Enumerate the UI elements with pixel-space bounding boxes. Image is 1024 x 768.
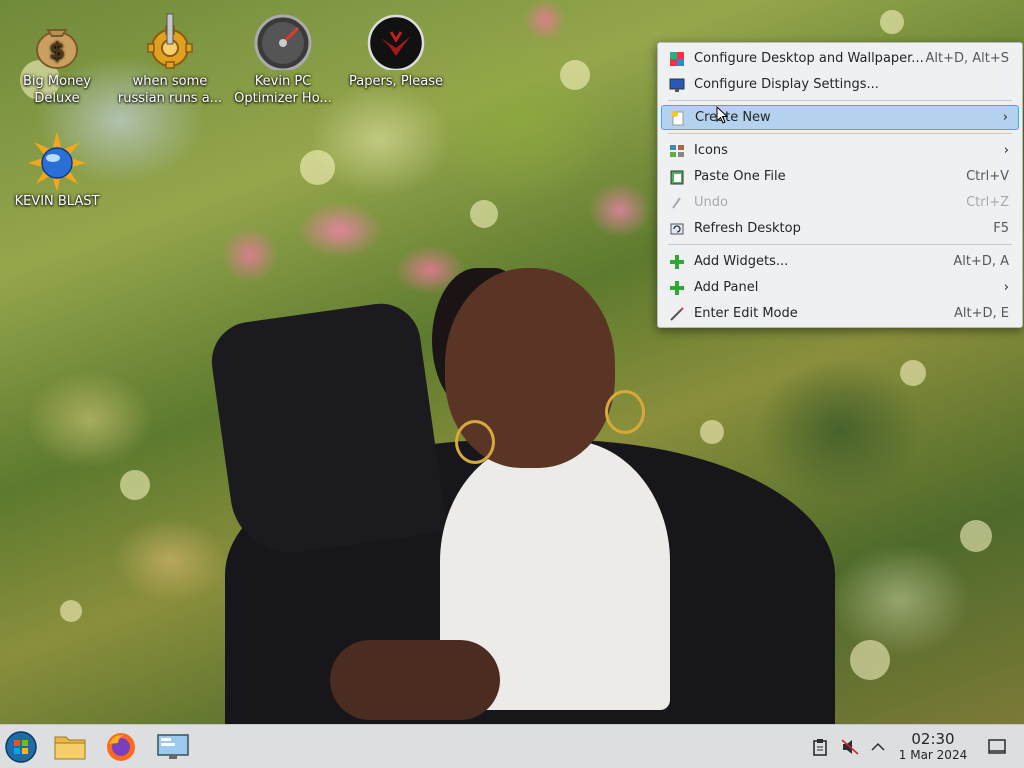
desktop-icon-label: Kevin PC Optimizer Ho... xyxy=(234,74,332,106)
pencil-icon xyxy=(669,306,685,322)
system-settings-button[interactable] xyxy=(156,730,190,764)
clock-date: 1 Mar 2024 xyxy=(898,748,968,762)
menu-item-create-new[interactable]: Create New › xyxy=(661,105,1019,130)
new-file-icon xyxy=(670,110,686,126)
menu-item-configure-desktop[interactable]: Configure Desktop and Wallpaper... Alt+D… xyxy=(661,46,1019,71)
menu-item-icons[interactable]: Icons › xyxy=(661,138,1019,163)
menu-item-paste-one-file[interactable]: Paste One File Ctrl+V xyxy=(661,164,1019,189)
speedometer-icon xyxy=(254,12,312,72)
plus-icon xyxy=(669,280,685,296)
chevron-right-icon: › xyxy=(1003,280,1009,295)
desktop-icon-big-money-deluxe[interactable]: $ Big Money Deluxe xyxy=(2,4,112,107)
blue-orb-starburst-icon xyxy=(28,132,86,192)
menu-item-add-panel[interactable]: Add Panel › xyxy=(661,275,1019,300)
chevron-right-icon: › xyxy=(1003,143,1009,158)
menu-item-configure-display[interactable]: Configure Display Settings... xyxy=(661,72,1019,97)
taskbar: 02:30 1 Mar 2024 xyxy=(0,724,1024,768)
computer-settings-icon xyxy=(157,734,189,759)
desktop-context-menu: Configure Desktop and Wallpaper... Alt+D… xyxy=(657,42,1023,328)
menu-item-undo[interactable]: Undo Ctrl+Z xyxy=(661,190,1019,215)
display-icon xyxy=(669,77,685,93)
chevron-up-icon[interactable] xyxy=(868,737,888,757)
icons-grid-icon xyxy=(669,143,685,159)
desktop-icon-label: Big Money Deluxe xyxy=(22,74,91,106)
desktop-icon-papers-please[interactable]: Papers, Please xyxy=(341,4,451,90)
money-bag-icon: $ xyxy=(28,12,86,70)
refresh-icon xyxy=(669,221,685,237)
plus-icon xyxy=(669,254,685,270)
desktop-icon-label: Papers, Please xyxy=(348,74,444,89)
desktop-icon-russian-runs[interactable]: when some russian runs a... xyxy=(115,4,225,107)
chevron-right-icon: › xyxy=(1002,110,1008,125)
clock-time: 02:30 xyxy=(911,730,955,748)
volume-muted-icon[interactable] xyxy=(840,737,860,757)
desktop-icon-kevin-pc-optimizer[interactable]: Kevin PC Optimizer Ho... xyxy=(228,4,338,107)
file-manager-button[interactable] xyxy=(53,730,87,764)
gear-icon xyxy=(141,12,199,70)
desktop-icon-label: when some russian runs a... xyxy=(117,74,223,106)
menu-item-refresh-desktop[interactable]: Refresh Desktop F5 xyxy=(661,216,1019,241)
desktop-icon-kevin-blast[interactable]: KEVIN BLAST xyxy=(2,124,112,210)
menu-item-enter-edit-mode[interactable]: Enter Edit Mode Alt+D, E xyxy=(661,301,1019,326)
svg-text:$: $ xyxy=(49,39,64,64)
folder-icon xyxy=(54,736,86,760)
show-desktop-icon[interactable] xyxy=(987,737,1007,757)
desktop-settings-icon xyxy=(669,51,685,67)
firefox-button[interactable] xyxy=(104,730,138,764)
paste-icon xyxy=(669,169,685,185)
eagle-emblem-icon xyxy=(367,12,425,72)
windows-orb-icon xyxy=(5,731,37,763)
firefox-icon xyxy=(107,733,135,761)
start-menu-button[interactable] xyxy=(4,730,38,764)
menu-item-add-widgets[interactable]: Add Widgets... Alt+D, A xyxy=(661,249,1019,274)
undo-icon xyxy=(669,195,685,211)
desktop-icon-label: KEVIN BLAST xyxy=(14,194,100,209)
clipboard-icon[interactable] xyxy=(810,737,830,757)
digital-clock[interactable]: 02:30 1 Mar 2024 xyxy=(892,730,974,762)
mouse-cursor-icon xyxy=(716,106,728,124)
